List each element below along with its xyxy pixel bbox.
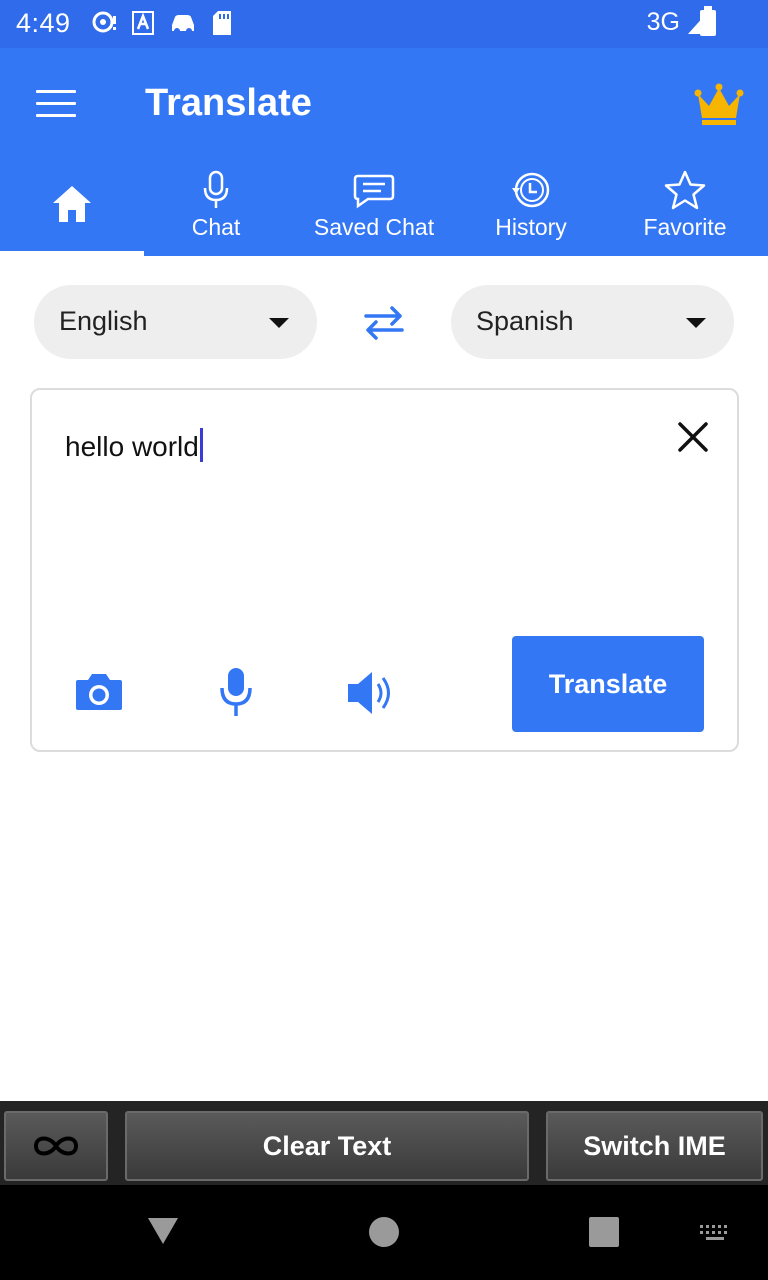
text-input[interactable]: hello world bbox=[65, 428, 203, 463]
home-icon bbox=[53, 186, 91, 222]
swap-languages-icon[interactable] bbox=[360, 302, 408, 342]
speaker-icon[interactable] bbox=[346, 670, 398, 716]
car-icon bbox=[172, 15, 194, 34]
microphone-icon bbox=[203, 170, 229, 208]
chat-bubble-icon bbox=[353, 174, 395, 209]
target-language-select[interactable]: Spanish bbox=[451, 285, 734, 359]
infinity-key[interactable] bbox=[4, 1111, 108, 1181]
tab-saved-chat-label: Saved Chat bbox=[313, 214, 435, 240]
tab-favorite-label: Favorite bbox=[643, 214, 727, 240]
home-nav-icon[interactable] bbox=[369, 1217, 399, 1247]
history-icon bbox=[512, 172, 550, 208]
crown-icon[interactable] bbox=[694, 82, 744, 126]
text-input-value: hello world bbox=[65, 431, 199, 462]
infinity-icon bbox=[33, 1136, 79, 1156]
keyboard-icon[interactable] bbox=[698, 1223, 732, 1243]
battery-icon bbox=[700, 6, 716, 36]
status-notification-icons bbox=[92, 10, 232, 36]
tab-chat-label: Chat bbox=[191, 214, 241, 240]
source-language-select[interactable]: English bbox=[34, 285, 317, 359]
tab-bar: Chat Saved Chat History Favorite bbox=[0, 158, 768, 256]
clear-text-button[interactable]: Clear Text bbox=[125, 1111, 529, 1181]
tab-saved-chat[interactable]: Saved Chat bbox=[288, 158, 460, 256]
keyboard-toolbar: Clear Text Switch IME bbox=[0, 1101, 768, 1185]
tab-history[interactable]: History bbox=[460, 158, 602, 256]
app-title: Translate bbox=[145, 82, 312, 124]
camera-icon[interactable] bbox=[74, 670, 124, 712]
sd-card-icon bbox=[213, 11, 231, 35]
status-bar: 4:49 3G bbox=[0, 0, 768, 48]
media-icon bbox=[92, 11, 116, 33]
network-type: 3G bbox=[646, 8, 680, 36]
tab-home[interactable] bbox=[0, 158, 144, 256]
source-language-label: English bbox=[59, 306, 148, 336]
dropdown-caret-icon bbox=[269, 318, 289, 328]
app-bar: Translate Chat Saved Chat History Favori… bbox=[0, 48, 768, 256]
translate-button[interactable]: Translate bbox=[512, 636, 704, 732]
recents-icon[interactable] bbox=[589, 1217, 619, 1247]
close-icon[interactable] bbox=[676, 420, 710, 454]
font-icon bbox=[132, 11, 154, 35]
star-icon bbox=[664, 170, 706, 210]
translation-input-card: hello world Translate bbox=[30, 388, 739, 752]
menu-icon[interactable] bbox=[36, 90, 76, 120]
dropdown-caret-icon bbox=[686, 318, 706, 328]
text-cursor bbox=[199, 428, 203, 462]
status-time: 4:49 bbox=[16, 8, 71, 38]
tab-history-label: History bbox=[495, 214, 567, 240]
switch-ime-button[interactable]: Switch IME bbox=[546, 1111, 763, 1181]
navigation-bar bbox=[0, 1185, 768, 1280]
tab-favorite[interactable]: Favorite bbox=[602, 158, 768, 256]
tab-chat[interactable]: Chat bbox=[144, 158, 288, 256]
back-icon[interactable] bbox=[146, 1216, 180, 1246]
microphone-icon[interactable] bbox=[218, 666, 254, 718]
target-language-label: Spanish bbox=[476, 306, 574, 336]
